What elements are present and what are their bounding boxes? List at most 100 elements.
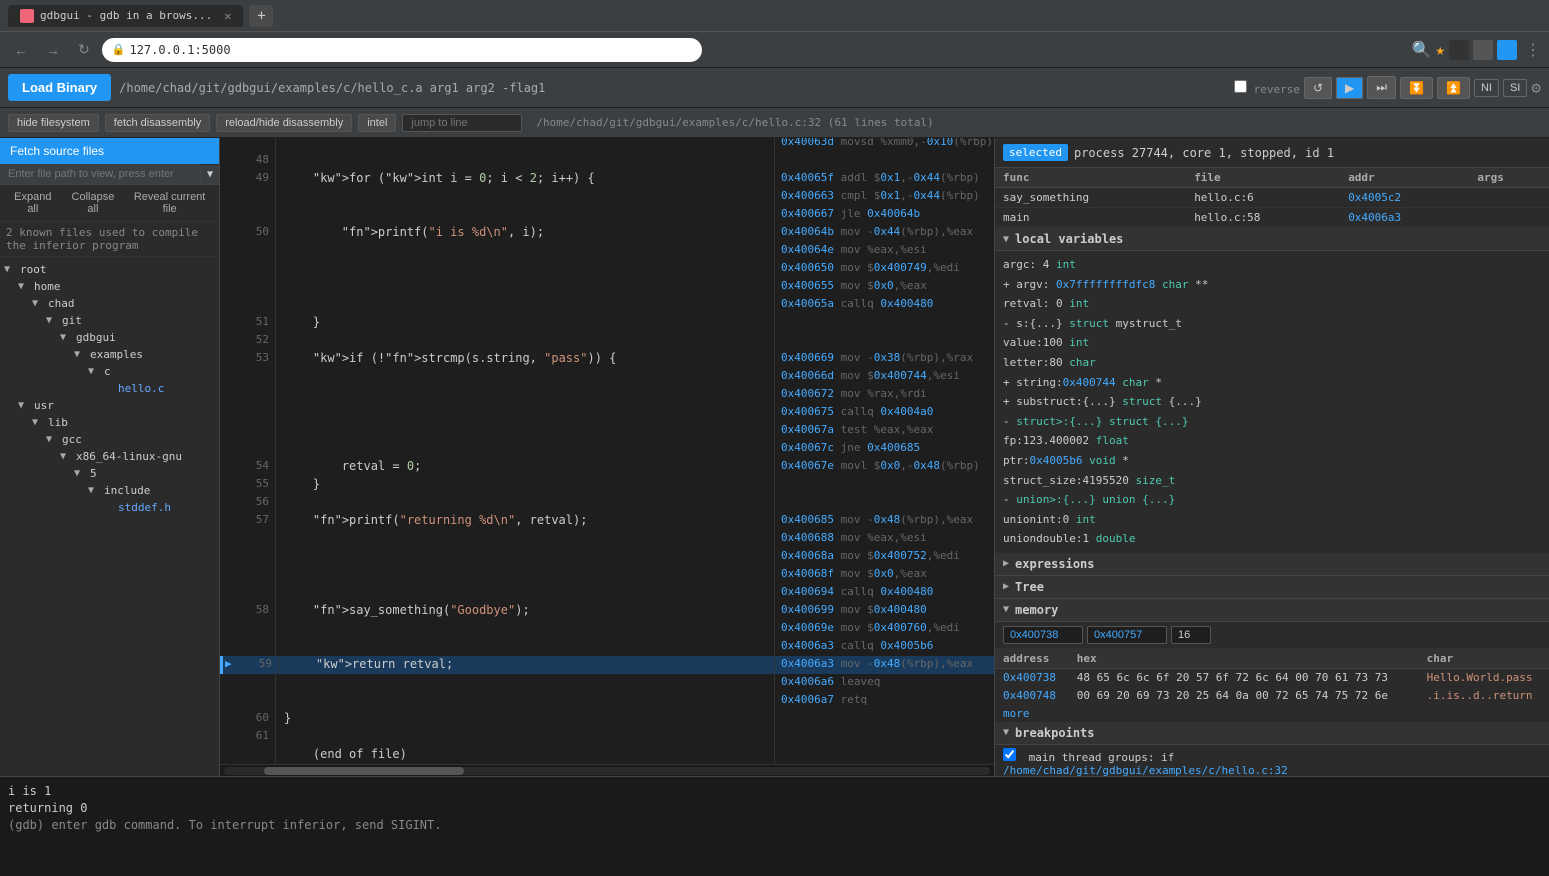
code-row[interactable]: 0x40067a test %eax,%eax <box>220 422 994 440</box>
browser-tab[interactable]: gdbgui - gdb in a brows... ✕ <box>8 5 243 27</box>
memory-count-input[interactable] <box>1171 626 1211 644</box>
tree-item-x86[interactable]: ▼ x86_64-linux-gnu <box>56 448 219 465</box>
code-row[interactable]: 0x40065a callq 0x400480 <box>220 296 994 314</box>
address-bar[interactable]: 🔒 127.0.0.1:5000 <box>102 38 702 62</box>
jump-to-line-input[interactable] <box>402 114 522 132</box>
settings-icon[interactable]: ⚙ <box>1531 78 1541 97</box>
stack-row[interactable]: main hello.c:58 0x4006a3 <box>995 208 1549 228</box>
breakpoints-section-header[interactable]: ▼ breakpoints <box>995 722 1549 745</box>
code-row[interactable]: 58 "fn">say_something("Goodbye");0x40069… <box>220 602 994 620</box>
reload-hide-disassembly-btn[interactable]: reload/hide disassembly <box>216 114 352 132</box>
local-variables-section-header[interactable]: ▼ local variables <box>995 228 1549 251</box>
tree-item-root[interactable]: ▼ root <box>0 261 219 278</box>
continue-btn[interactable]: ▶ <box>1336 77 1363 99</box>
si-btn[interactable]: SI <box>1503 79 1527 97</box>
reverse-checkbox[interactable] <box>1234 80 1247 93</box>
tree-item-usr[interactable]: ▼ usr <box>14 397 219 414</box>
tree-item-git[interactable]: ▼ git <box>42 312 219 329</box>
h-scroll-thumb[interactable] <box>264 767 464 775</box>
code-row[interactable]: ▶59 "kw">return retval;0x4006a3 mov -0x4… <box>220 656 994 674</box>
breakpoint-checkbox[interactable] <box>1003 748 1016 761</box>
tree-section-header[interactable]: ▶ Tree <box>995 576 1549 599</box>
fetch-source-files-button[interactable]: Fetch source files <box>0 138 219 164</box>
tree-item-chad[interactable]: ▼ chad <box>28 295 219 312</box>
nav-refresh-btn[interactable]: ↻ <box>72 39 96 60</box>
code-row[interactable]: 51 } <box>220 314 994 332</box>
terminal-input[interactable] <box>8 834 1234 848</box>
code-row[interactable]: 61 <box>220 728 994 746</box>
tree-item-examples[interactable]: ▼ examples <box>70 346 219 363</box>
memory-addr2-input[interactable] <box>1087 626 1167 644</box>
memory-more-top[interactable]: more <box>995 705 1549 722</box>
extension-icon2[interactable] <box>1473 40 1493 60</box>
code-row[interactable]: 55 } <box>220 476 994 494</box>
code-row[interactable]: 0x400650 mov $0x400749,%edi <box>220 260 994 278</box>
code-row[interactable]: 0x400672 mov %rax,%rdi <box>220 386 994 404</box>
code-row[interactable]: 0x40064e mov %eax,%esi <box>220 242 994 260</box>
memory-section-header[interactable]: ▼ memory <box>995 599 1549 622</box>
code-row[interactable]: 0x4006a6 leaveq <box>220 674 994 692</box>
tree-item-stddef[interactable]: stddef.h <box>98 499 219 516</box>
code-row[interactable]: 0x40067c jne 0x400685 <box>220 440 994 458</box>
extension-icon1[interactable] <box>1449 40 1469 60</box>
tree-item-c[interactable]: ▼ c <box>84 363 219 380</box>
tree-item-gdbgui[interactable]: ▼ gdbgui <box>56 329 219 346</box>
code-row[interactable]: 0x40063d movsd %xmm0,-0x10(%rbp) <box>220 138 994 152</box>
chrome-menu-icon[interactable]: ⋮ <box>1525 40 1541 59</box>
memory-addr1-input[interactable] <box>1003 626 1083 644</box>
tree-item-include[interactable]: ▼ include <box>84 482 219 499</box>
code-row[interactable]: 0x40066d mov $0x400744,%esi <box>220 368 994 386</box>
code-row[interactable]: 56 <box>220 494 994 512</box>
fetch-disassembly-btn[interactable]: fetch disassembly <box>105 114 210 132</box>
nav-back-btn[interactable]: ← <box>8 40 34 60</box>
step-btn[interactable]: ⏬ <box>1400 77 1433 99</box>
code-row[interactable]: 0x4006a3 callq 0x4005b6 <box>220 638 994 656</box>
hide-filesystem-btn[interactable]: hide filesystem <box>8 114 99 132</box>
intel-btn[interactable]: intel <box>358 114 396 132</box>
code-row[interactable]: 0x400675 callq 0x4004a0 <box>220 404 994 422</box>
nav-forward-btn[interactable]: → <box>40 40 66 60</box>
collapse-all-button[interactable]: Collapse all <box>64 189 123 217</box>
up-btn[interactable]: ⏫ <box>1437 77 1470 99</box>
code-row[interactable]: 49 "kw">for ("kw">int i = 0; i < 2; i++)… <box>220 170 994 188</box>
code-row[interactable]: 0x40068f mov $0x0,%eax <box>220 566 994 584</box>
code-row[interactable]: 0x40069e mov $0x400760,%edi <box>220 620 994 638</box>
expressions-section-header[interactable]: ▶ expressions <box>995 553 1549 576</box>
code-row[interactable]: 0x4006a7 retq <box>220 692 994 710</box>
file-input-dropdown-arrow[interactable]: ▼ <box>200 165 219 184</box>
new-tab-btn[interactable]: + <box>249 5 273 27</box>
code-row[interactable]: 50 "fn">printf("i is %d\n", i);0x40064b … <box>220 224 994 242</box>
load-binary-button[interactable]: Load Binary <box>8 74 111 101</box>
tree-item-home[interactable]: ▼ home <box>14 278 219 295</box>
tree-item-5[interactable]: ▼ 5 <box>70 465 219 482</box>
code-row[interactable]: 0x400688 mov %eax,%esi <box>220 530 994 548</box>
bookmark-icon[interactable]: ★ <box>1435 40 1445 59</box>
tree-item-gcc[interactable]: ▼ gcc <box>42 431 219 448</box>
code-scroll[interactable]: 43 s.fp = 123.4;0x400611 movss 0x157(%ri… <box>220 138 994 764</box>
code-row[interactable]: 53 "kw">if (!"fn">strcmp(s.string, "pass… <box>220 350 994 368</box>
reveal-current-file-button[interactable]: Reveal current file <box>126 189 213 217</box>
code-row[interactable]: 0x400694 callq 0x400480 <box>220 584 994 602</box>
code-row[interactable]: 0x40068a mov $0x400752,%edi <box>220 548 994 566</box>
horizontal-scrollbar[interactable] <box>220 764 994 776</box>
code-row[interactable]: 0x400663 cmpl $0x1,-0x44(%rbp) <box>220 188 994 206</box>
tab-close-icon[interactable]: ✕ <box>224 9 231 23</box>
file-path-input[interactable] <box>0 164 200 184</box>
code-row[interactable]: 48 <box>220 152 994 170</box>
code-row[interactable]: 57 "fn">printf("returning %d\n", retval)… <box>220 512 994 530</box>
code-row[interactable]: (end of file) <box>220 746 994 764</box>
code-row[interactable]: 54 retval = 0;0x40067e movl $0x0,-0x48(%… <box>220 458 994 476</box>
restart-btn[interactable]: ↺ <box>1304 77 1332 99</box>
code-row[interactable]: 0x400667 jle 0x40064b <box>220 206 994 224</box>
gdbgui-extension-icon[interactable] <box>1497 40 1517 60</box>
tree-item-hello-c[interactable]: hello.c <box>98 380 219 397</box>
expand-all-button[interactable]: Expand all <box>6 189 60 217</box>
next-btn[interactable]: ⏭ <box>1367 76 1396 99</box>
ni-btn[interactable]: NI <box>1474 79 1499 97</box>
stack-row[interactable]: say_something hello.c:6 0x4005c2 <box>995 188 1549 208</box>
code-row[interactable]: 60} <box>220 710 994 728</box>
tree-item-lib[interactable]: ▼ lib <box>28 414 219 431</box>
search-nav-icon[interactable]: 🔍 <box>1411 40 1431 59</box>
code-row[interactable]: 0x400655 mov $0x0,%eax <box>220 278 994 296</box>
code-row[interactable]: 52 <box>220 332 994 350</box>
